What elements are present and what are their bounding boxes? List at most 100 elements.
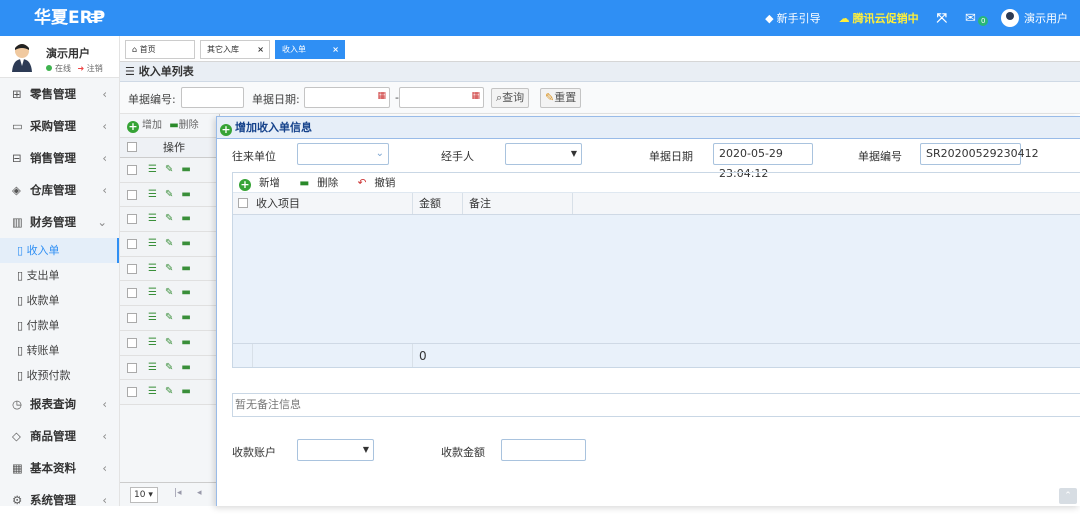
row-checkbox[interactable]: [127, 165, 137, 175]
tabs-bar: ⌂ 首页 其它入库 × 收入单 ×: [120, 36, 1080, 62]
amount-input[interactable]: [501, 439, 586, 461]
add-button[interactable]: + 增加: [127, 120, 162, 133]
sidebar-item-warehouse[interactable]: ◈ 仓库管理 ‹: [0, 174, 119, 206]
org-select[interactable]: ⌄: [297, 143, 389, 165]
sidebar-item-finance[interactable]: ▥ 财务管理 ⌄: [0, 206, 119, 238]
guide-link[interactable]: ◆ 新手引导: [765, 10, 820, 26]
org-label: 往来单位: [232, 150, 276, 163]
menu-toggle-icon[interactable]: ≡: [89, 0, 104, 36]
avatar: [1001, 9, 1019, 27]
row-action-icons[interactable]: ☰✎▬: [148, 207, 199, 231]
bill-no-input[interactable]: [181, 87, 244, 108]
home-icon: ⌂: [132, 45, 138, 54]
file-icon: ▯: [17, 344, 24, 357]
close-icon[interactable]: ×: [332, 41, 339, 58]
sidebar-item-system[interactable]: ⚙ 系统管理 ‹: [0, 484, 119, 516]
date-end-input[interactable]: ▦: [399, 87, 484, 108]
col-op-header: 操作: [163, 141, 185, 154]
main-content: ⌂ 首页 其它入库 × 收入单 × ☰ 收入单列表 单据编号: 单据日期: ▦ - …: [120, 36, 1080, 506]
delete-button[interactable]: ▬删除: [169, 120, 198, 131]
row-checkbox[interactable]: [127, 362, 137, 373]
undo-button[interactable]: ↶ 撤销: [358, 177, 404, 189]
row-action-icons[interactable]: ☰✎▬: [148, 356, 199, 380]
gear-icon: ⚙: [12, 493, 23, 507]
sidebar-item-expense[interactable]: ▯ 支出单: [0, 263, 119, 288]
file-icon: ▯: [17, 244, 24, 257]
layers-icon: ◈: [12, 183, 21, 197]
row-checkbox[interactable]: [127, 239, 137, 250]
tab-home[interactable]: ⌂ 首页: [125, 40, 195, 59]
sidebar-item-purchase[interactable]: ▭ 采购管理 ‹: [0, 110, 119, 142]
select-all-checkbox[interactable]: [127, 142, 137, 152]
sidebar-item-income[interactable]: ▯ 收入单: [0, 238, 119, 263]
tab-other-inbound[interactable]: 其它入库 ×: [200, 40, 270, 59]
calendar-icon[interactable]: ▦: [471, 91, 480, 101]
row-checkbox[interactable]: [127, 189, 137, 200]
date-input[interactable]: 2020-05-29 23:04:12: [713, 143, 813, 180]
clock-icon: ◷: [12, 397, 23, 411]
date-label: 单据日期:: [252, 93, 300, 106]
date-start-input[interactable]: ▦: [304, 87, 390, 108]
row-checkbox[interactable]: [127, 214, 137, 225]
sidebar-item-transfer[interactable]: ▯ 转账单: [0, 338, 119, 363]
sidebar-item-basic[interactable]: ▦ 基本资料 ‹: [0, 452, 119, 484]
user-name: 演示用户: [46, 47, 90, 60]
add-item-button[interactable]: + 新增: [239, 177, 288, 191]
handler-select[interactable]: ▼: [505, 143, 582, 165]
user-menu[interactable]: 演示用户: [1001, 9, 1068, 27]
items-footer: 0: [233, 343, 1080, 367]
row-action-icons[interactable]: ☰✎▬: [148, 331, 199, 355]
sidebar-item-products[interactable]: ◇ 商品管理 ‹: [0, 420, 119, 452]
close-icon[interactable]: ×: [257, 41, 264, 58]
items-table: + 新增 ▬ 删除 ↶ 撤销 收入项目 金额 备注 0: [232, 172, 1080, 368]
table-row: ☰✎▬: [120, 207, 219, 233]
sidebar-item-reports[interactable]: ◷ 报表查询 ‹: [0, 388, 119, 420]
row-checkbox[interactable]: [127, 263, 137, 274]
bill-no-label: 单据编号: [858, 150, 902, 163]
remark-input[interactable]: 暂无备注信息: [232, 393, 1080, 417]
scroll-top-button[interactable]: ⌃: [1059, 488, 1077, 504]
grid-icon: ▦: [12, 461, 23, 475]
row-checkbox[interactable]: [127, 387, 137, 398]
chevron-down-icon: ⌄: [375, 148, 384, 159]
row-checkbox[interactable]: [127, 288, 137, 299]
sidebar-item-advance[interactable]: ▯ 收预付款: [0, 363, 119, 388]
fullscreen-icon[interactable]: ⤧: [937, 11, 947, 26]
sidebar-item-payment[interactable]: ▯ 付款单: [0, 313, 119, 338]
delete-item-button[interactable]: ▬ 删除: [299, 177, 346, 189]
row-checkbox[interactable]: [127, 337, 137, 348]
logout-link[interactable]: ➜ 注销: [78, 64, 103, 73]
row-action-icons[interactable]: ☰✎▬: [148, 306, 199, 330]
chevron-left-icon: ‹: [102, 119, 107, 133]
sidebar-item-sales[interactable]: ⊟ 销售管理 ‹: [0, 142, 119, 174]
pencil-icon: ✎: [545, 91, 555, 104]
row-action-icons[interactable]: ☰✎▬: [148, 158, 199, 182]
row-action-icons[interactable]: ☰✎▬: [148, 380, 199, 404]
plus-icon: +: [220, 123, 232, 136]
page-size-select[interactable]: 10 ▾: [130, 487, 158, 503]
logout-icon: ➜: [77, 64, 85, 73]
calendar-icon[interactable]: ▦: [377, 91, 386, 101]
query-button[interactable]: ⌕查询: [491, 88, 530, 108]
row-action-icons[interactable]: ☰✎▬: [148, 257, 199, 281]
prev-page-icon[interactable]: ◂: [197, 488, 202, 498]
reset-button[interactable]: ✎重置: [540, 88, 582, 108]
promo-link[interactable]: ☁ 腾讯云促销中: [839, 10, 919, 26]
plus-icon: +: [239, 178, 251, 191]
bill-no-input[interactable]: SR20200529230412: [920, 143, 1039, 165]
first-page-icon[interactable]: |◂: [174, 488, 182, 498]
chevron-left-icon: ‹: [102, 397, 107, 411]
tab-income[interactable]: 收入单 ×: [275, 40, 345, 59]
row-action-icons[interactable]: ☰✎▬: [148, 183, 199, 207]
chevron-left-icon: ‹: [102, 183, 107, 197]
account-select[interactable]: ▼: [297, 439, 374, 461]
book-icon: ▥: [12, 215, 23, 229]
row-action-icons[interactable]: ☰✎▬: [148, 232, 199, 256]
bill-no-label: 单据编号:: [128, 93, 176, 106]
mail-button[interactable]: ✉ 0: [965, 11, 989, 26]
row-checkbox[interactable]: [127, 313, 137, 324]
sidebar-item-receipt[interactable]: ▯ 收款单: [0, 288, 119, 313]
row-action-icons[interactable]: ☰✎▬: [148, 281, 199, 305]
search-bar: 单据编号: 单据日期: ▦ - ▦ ⌕查询 ✎重置: [120, 82, 1080, 114]
sidebar-item-retail[interactable]: ⊞ 零售管理 ‹: [0, 78, 119, 110]
